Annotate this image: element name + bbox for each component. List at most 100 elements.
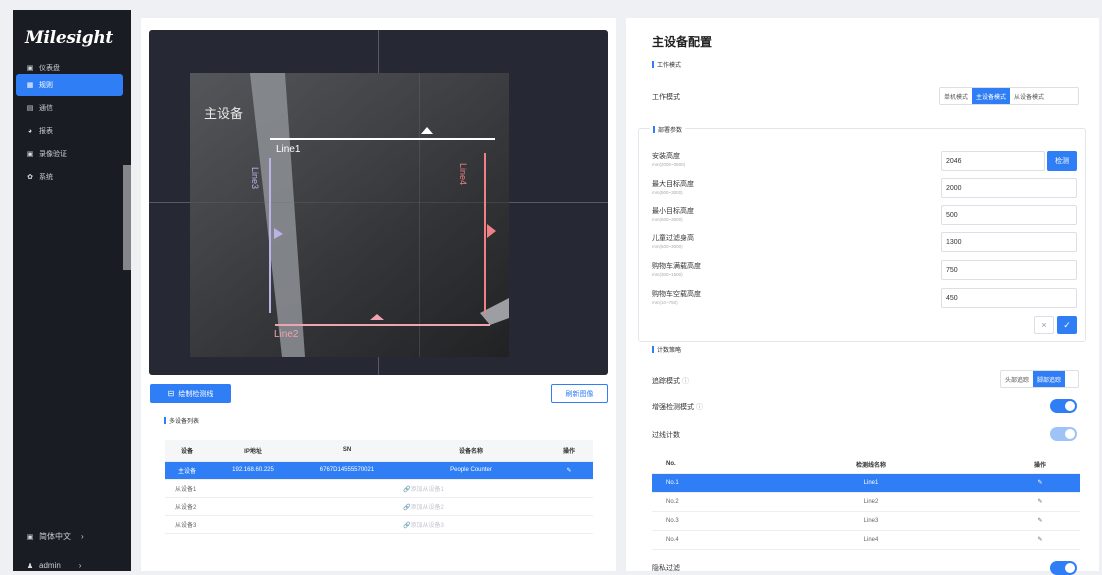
config-title: 主设备配置 [652,35,713,49]
mode-head[interactable]: 头部追踪 [1001,371,1033,387]
table-row[interactable]: No.3 Line3 ✎ [652,511,1080,531]
install-height-input[interactable]: 2046 [941,151,1045,171]
user-label: admin [39,561,61,570]
param-range: mm(500~3000) [652,244,683,249]
param-label: 购物车空载高度 [652,291,701,298]
col-device: 设备 [165,440,209,462]
table-row: 从设备2 🔗添加从设备2 [165,497,593,516]
min-height-input[interactable]: 500 [941,205,1077,225]
sidebar-item-report[interactable]: ◕ 报表 [16,120,123,142]
logo: Milesight [25,28,113,48]
sidebar-item-label: 录像验证 [39,151,67,158]
param-label: 最大目标高度 [652,181,694,188]
sidebar-item-rules[interactable]: ▦ 规则 [16,74,123,96]
col-action: 操作 [545,440,593,462]
video-verify-icon: ▣ [26,151,34,158]
table-row: 从设备3 🔗添加从设备3 [165,515,593,534]
cell-name: People Counter [397,461,545,480]
communication-icon: ▤ [26,105,34,112]
param-label: 购物车满载高度 [652,263,701,270]
detect-button[interactable]: 检测 [1047,151,1077,171]
col-sn: SN [297,440,397,462]
cell-no: No.1 [652,473,742,493]
col-no: No. [652,456,742,474]
draw-button-label: 绘制检测线 [178,390,214,398]
add-slave-link[interactable]: 🔗添加从设备2 [397,497,545,516]
privacy-filter-toggle[interactable] [1050,561,1077,575]
language-icon: ▣ [26,533,34,541]
info-icon: ⓘ [682,378,689,385]
privacy-filter-label: 隐私过滤 [652,565,680,572]
cell-line-name: Line3 [742,511,1000,531]
table-row[interactable]: No.1 Line1 ✎ [652,473,1080,493]
cart-empty-input[interactable]: 450 [941,288,1077,308]
add-slave-link[interactable]: 🔗添加从设备1 [397,479,545,498]
param-range: mm(10~750) [652,300,678,305]
line4-label: Line4 [458,162,469,186]
video-preview: 主设备 Line1 Line2 Line3 Line4 [149,30,608,375]
mode-slave[interactable]: 从设备模式 [1010,88,1048,104]
user-menu[interactable]: ♟ admin › [26,561,82,570]
mode-master[interactable]: 主设备模式 [972,88,1011,104]
cell-no: No.2 [652,492,742,512]
work-mode-section: 工作模式 [652,60,681,69]
edit-icon[interactable]: ✎ [1000,473,1080,493]
enhance-label: 增强检测模式 ⓘ [652,404,703,411]
cell-line-name: Line2 [742,492,1000,512]
count-section: 计数策略 [652,345,681,354]
line1-label: Line1 [276,144,301,155]
col-action: 操作 [1000,456,1080,474]
language-selector[interactable]: ▣ 简体中文 › [26,531,84,542]
table-row[interactable]: No.2 Line2 ✎ [652,492,1080,512]
close-icon[interactable]: × [1034,316,1054,334]
info-icon: ⓘ [696,404,703,411]
line3-label: Line3 [250,166,261,190]
table-header: No. 检测线名称 操作 [652,456,1080,474]
track-mode-selector[interactable]: 头部追踪 脚部追踪 [1000,370,1079,388]
edit-icon[interactable]: ✎ [1000,530,1080,550]
max-height-input[interactable]: 2000 [941,178,1077,198]
enhance-toggle[interactable] [1050,399,1077,413]
cart-full-input[interactable]: 750 [941,260,1077,280]
camera-feed: 主设备 Line1 Line2 Line3 Line4 [190,73,509,357]
edit-icon[interactable]: ✎ [1000,492,1080,512]
mode-standalone[interactable]: 单机模式 [940,88,972,104]
cell-no: No.4 [652,530,742,550]
report-icon: ◕ [27,127,33,135]
sidebar-item-label: 通信 [39,105,53,112]
sidebar-item-communication[interactable]: ▤ 通信 [16,97,123,119]
table-row[interactable]: 主设备 192.168.60.225 6767D14555570021 Peop… [165,461,593,480]
param-label: 安装高度 [652,153,680,160]
col-line-name: 检测线名称 [742,456,1000,474]
mode-foot[interactable]: 脚部追踪 [1033,371,1066,387]
sidebar-item-system[interactable]: ✿ 系统 [16,166,123,188]
check-icon[interactable]: ✓ [1057,316,1077,334]
child-filter-input[interactable]: 1300 [941,232,1077,252]
line-table: No. 检测线名称 操作 No.1 Line1 ✎ No.2 Line2 ✎ N… [652,456,1080,550]
col-ip: IP地址 [209,440,297,462]
sidebar-item-label: 系统 [39,174,53,181]
cell-no: No.3 [652,511,742,531]
rules-icon: ▦ [26,82,34,89]
user-icon: ♟ [26,562,34,570]
sidebar-item-label: 规则 [39,82,53,89]
device-table: 设备 IP地址 SN 设备名称 操作 主设备 192.168.60.225 67… [165,440,593,534]
draw-line-button[interactable]: ⊟ 绘制检测线 [150,384,231,403]
crossline-toggle[interactable] [1050,427,1077,441]
language-label: 简体中文 [39,532,71,541]
param-label: 最小目标高度 [652,208,694,215]
draw-icon: ⊟ [167,389,175,398]
work-mode-label: 工作模式 [652,94,680,101]
chevron-right-icon: › [81,532,84,541]
faded-overlay [123,165,141,270]
add-slave-link[interactable]: 🔗添加从设备3 [397,515,545,534]
table-row[interactable]: No.4 Line4 ✎ [652,530,1080,550]
param-range: mm(300~1500) [652,272,683,277]
edit-icon[interactable]: ✎ [545,461,593,480]
sidebar-item-video-verify[interactable]: ▣ 录像验证 [16,143,123,165]
cell-device: 从设备1 [165,479,209,498]
edit-icon[interactable]: ✎ [1000,511,1080,531]
work-mode-selector[interactable]: 单机模式 主设备模式 从设备模式 [939,87,1079,105]
sidebar-item-label: 报表 [39,128,53,135]
refresh-image-button[interactable]: 刷新图像 [551,384,608,403]
